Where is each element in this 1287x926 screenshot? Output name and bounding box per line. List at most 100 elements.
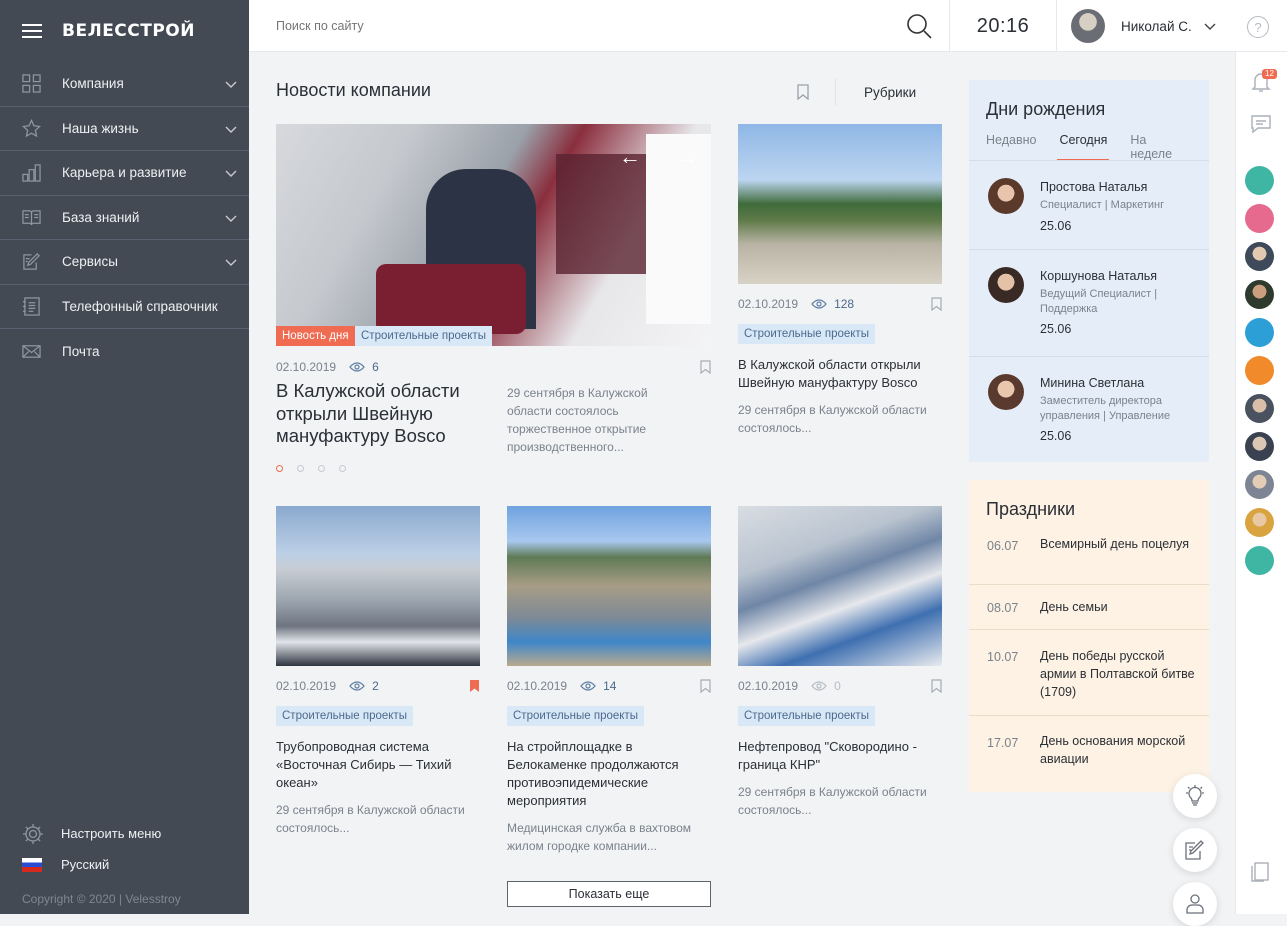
person-name: Простова Наталья bbox=[1040, 180, 1148, 194]
holiday-name: День основания морской авиации bbox=[1040, 734, 1186, 766]
news-description: 29 сентября в Калужской области состояло… bbox=[738, 785, 927, 817]
sidebar-item-label: Сервисы bbox=[62, 254, 118, 270]
sidebar-item-mail[interactable]: Почта bbox=[0, 329, 249, 374]
contact-avatar[interactable] bbox=[1245, 356, 1274, 385]
bookmark-icon[interactable] bbox=[931, 679, 942, 693]
news-description: 29 сентября в Калужской области состояло… bbox=[276, 803, 465, 835]
carousel-dot[interactable] bbox=[318, 465, 325, 472]
carousel-dot[interactable] bbox=[297, 465, 304, 472]
logo-row: ВЕЛЕССТРОЙ bbox=[0, 0, 249, 62]
hero-meta: 02.10.2019 6 bbox=[276, 360, 379, 374]
eye-icon bbox=[811, 681, 827, 691]
edit-icon bbox=[22, 252, 41, 271]
news-title[interactable]: На стройплощадке в Белокаменке продолжаю… bbox=[507, 738, 715, 810]
person-role: Ведущий Специалист | Поддержка bbox=[1040, 288, 1158, 315]
language-label: Русский bbox=[61, 857, 110, 872]
hero-image[interactable]: ← → bbox=[276, 124, 711, 346]
rubrics-dropdown[interactable]: Рубрики bbox=[864, 85, 916, 100]
person-name: Коршунова Наталья bbox=[1040, 269, 1158, 283]
holiday-name: Всемирный день поцелуя bbox=[1040, 537, 1189, 551]
search-input[interactable] bbox=[276, 18, 876, 33]
tab-today[interactable]: Сегодня bbox=[1057, 133, 1110, 161]
news-title[interactable]: Нефтепровод "Сковородино - граница КНР" bbox=[738, 738, 946, 774]
documents-icon[interactable] bbox=[1249, 860, 1273, 884]
contact-avatar[interactable] bbox=[1245, 508, 1274, 537]
chat-icon[interactable] bbox=[1249, 112, 1273, 136]
views-count: 2 bbox=[372, 679, 379, 693]
copyright: Copyright © 2020 | Velesstroy bbox=[22, 892, 181, 906]
contact-avatar[interactable] bbox=[1245, 204, 1274, 233]
star-icon bbox=[22, 118, 41, 138]
holidays-title: Праздники bbox=[986, 499, 1076, 519]
contact-avatar[interactable] bbox=[1245, 394, 1274, 423]
user-menu[interactable]: Николай С. bbox=[1057, 0, 1232, 52]
arrow-left-icon[interactable]: ← bbox=[619, 144, 641, 170]
news-date: 02.10.2019 bbox=[276, 679, 337, 693]
search-icon[interactable] bbox=[905, 12, 933, 40]
news-title[interactable]: Трубопроводная система «Восточная Сибирь… bbox=[276, 738, 484, 792]
show-more-button[interactable]: Показать еще bbox=[507, 881, 711, 907]
eye-icon bbox=[349, 362, 365, 372]
news-image[interactable] bbox=[738, 124, 942, 284]
chevron-down-icon bbox=[1204, 23, 1216, 30]
tab-week[interactable]: На неделе bbox=[1130, 133, 1186, 161]
chevron-down-icon bbox=[225, 170, 237, 177]
category-tag[interactable]: Строительные проекты bbox=[276, 706, 413, 726]
carousel-dot[interactable] bbox=[276, 465, 283, 472]
sidebar-item-phonebook[interactable]: Телефонный справочник bbox=[0, 285, 249, 329]
bookmark-icon[interactable] bbox=[797, 84, 809, 100]
birthday-person[interactable]: Минина Светлана Заместитель директора уп… bbox=[969, 356, 1209, 462]
birthday-person[interactable]: Коршунова Наталья Ведущий Специалист | П… bbox=[969, 249, 1209, 356]
news-image[interactable] bbox=[276, 506, 480, 666]
menu-icon[interactable] bbox=[22, 24, 42, 38]
sidebar-item-career[interactable]: Карьера и развитие bbox=[0, 151, 249, 196]
contact-avatar[interactable] bbox=[1245, 166, 1274, 195]
tab-recent[interactable]: Недавно bbox=[986, 133, 1036, 161]
language-selector[interactable]: Русский bbox=[22, 849, 242, 880]
category-tag[interactable]: Строительные проекты bbox=[738, 324, 875, 344]
bookmark-icon[interactable] bbox=[700, 679, 711, 693]
news-date: 02.10.2019 bbox=[507, 679, 568, 693]
birthday-person[interactable]: Простова Наталья Специалист | Маркетинг … bbox=[969, 160, 1209, 249]
divider bbox=[835, 78, 836, 106]
contact-avatar[interactable] bbox=[1245, 280, 1274, 309]
contact-avatar[interactable] bbox=[1245, 470, 1274, 499]
chevron-down-icon bbox=[225, 81, 237, 88]
logo[interactable]: ВЕЛЕССТРОЙ bbox=[62, 21, 195, 41]
news-date: 02.10.2019 bbox=[738, 679, 799, 693]
compose-button[interactable] bbox=[1173, 828, 1217, 872]
birthdays-widget: Дни рождения Недавно Сегодня На неделе П… bbox=[969, 80, 1209, 462]
news-description: 29 сентября в Калужской области состояло… bbox=[738, 403, 927, 435]
sidebar-item-knowledge[interactable]: База знаний bbox=[0, 196, 249, 240]
news-image[interactable] bbox=[738, 506, 942, 666]
arrow-right-icon[interactable]: → bbox=[676, 144, 698, 170]
category-tag[interactable]: Строительные проекты bbox=[738, 706, 875, 726]
contact-avatar[interactable] bbox=[1245, 432, 1274, 461]
lightbulb-icon bbox=[1186, 785, 1204, 806]
sidebar-item-company[interactable]: Компания bbox=[0, 62, 249, 107]
views-count: 128 bbox=[834, 297, 855, 311]
configure-menu-button[interactable]: Настроить меню bbox=[22, 818, 242, 849]
news-title[interactable]: В Калужской области открыли Швейную ману… bbox=[738, 356, 946, 392]
contact-avatar[interactable] bbox=[1245, 546, 1274, 575]
news-of-day-badge: Новость дня bbox=[276, 326, 355, 346]
user-action-button[interactable] bbox=[1173, 882, 1217, 926]
carousel-dot[interactable] bbox=[339, 465, 346, 472]
bookmark-filled-icon[interactable] bbox=[469, 679, 480, 693]
category-tag[interactable]: Строительные проекты bbox=[355, 326, 492, 346]
user-icon bbox=[1186, 894, 1204, 914]
sidebar-item-services[interactable]: Сервисы bbox=[0, 240, 249, 285]
user-name: Николай С. bbox=[1121, 18, 1192, 34]
idea-button[interactable] bbox=[1173, 774, 1217, 818]
bookmark-icon[interactable] bbox=[931, 297, 942, 311]
holiday-item: 17.07 День основания морской авиации bbox=[969, 716, 1209, 792]
sidebar-item-our-life[interactable]: Наша жизнь bbox=[0, 107, 249, 151]
contact-avatar[interactable] bbox=[1245, 318, 1274, 347]
contact-avatar[interactable] bbox=[1245, 242, 1274, 271]
bookmark-icon[interactable] bbox=[700, 360, 711, 374]
category-tag[interactable]: Строительные проекты bbox=[507, 706, 644, 726]
news-image[interactable] bbox=[507, 506, 711, 666]
sidebar-item-label: Карьера и развитие bbox=[62, 165, 187, 181]
help-icon[interactable]: ? bbox=[1247, 16, 1269, 38]
hero-title[interactable]: В Калужской области открыли Швейную ману… bbox=[276, 380, 486, 448]
